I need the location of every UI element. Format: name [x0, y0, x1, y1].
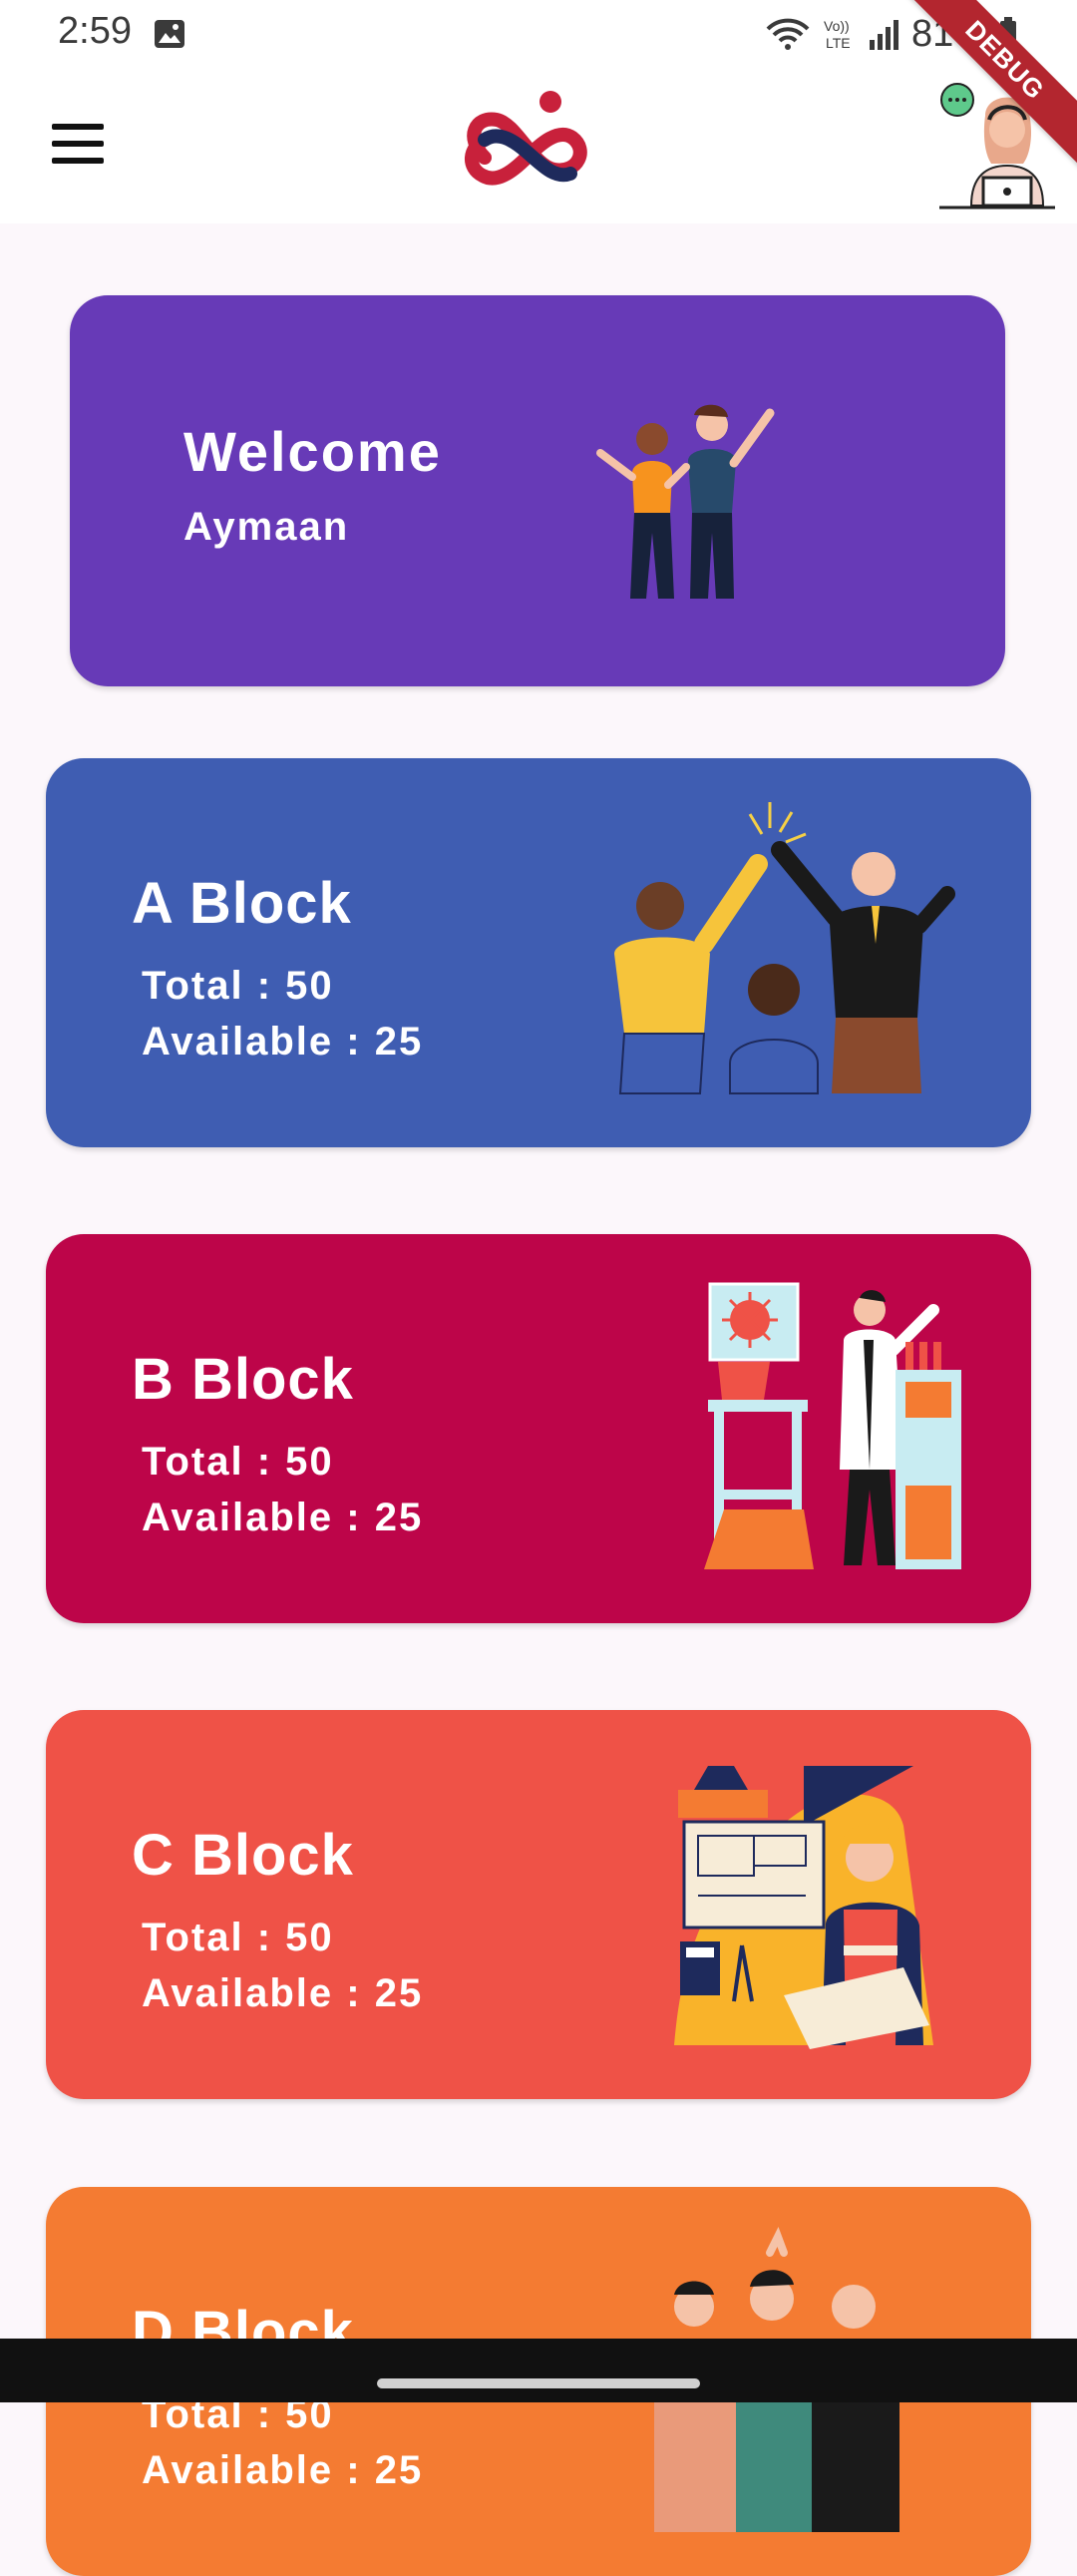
high-five-illustration-icon [614, 802, 955, 1094]
block-total: Total : 50 [142, 1916, 334, 1959]
block-card-a[interactable]: A Block Total : 50 Available : 25 [46, 758, 1031, 1147]
hamburger-icon-line [52, 124, 104, 130]
block-title: C Block [132, 1823, 354, 1888]
block-available: Available : 25 [142, 1020, 424, 1064]
friends-illustration-icon [596, 404, 775, 599]
menu-button[interactable] [44, 124, 112, 176]
system-navigation-bar [0, 2339, 1077, 2402]
welcome-user-name: Aymaan [183, 505, 350, 549]
infinity-logo-icon [465, 91, 587, 186]
block-total: Total : 50 [142, 964, 334, 1008]
laboratory-illustration-icon [704, 1282, 961, 1569]
gesture-handle[interactable] [377, 2378, 700, 2388]
block-title: A Block [132, 871, 352, 936]
block-card-c[interactable]: C Block Total : 50 Available : 25 [46, 1710, 1031, 2099]
volte-icon: Vo)) LTE [824, 18, 851, 51]
signal-icon [869, 20, 898, 50]
welcome-card[interactable]: Welcome Aymaan [70, 295, 1005, 686]
app-bar [0, 68, 1077, 223]
gallery-icon [155, 20, 184, 48]
hamburger-icon-line [52, 141, 104, 147]
wifi-icon [766, 18, 810, 50]
block-available: Available : 25 [142, 1971, 424, 2015]
welcome-title: Welcome [183, 420, 442, 483]
status-bar: 2:59 Vo)) LTE 81% [0, 0, 1077, 68]
status-time: 2:59 [58, 10, 132, 52]
block-title: B Block [132, 1347, 354, 1412]
engineer-illustration-icon [674, 1766, 933, 2049]
svg-text:LTE: LTE [826, 35, 851, 51]
block-available: Available : 25 [142, 2448, 424, 2492]
block-available: Available : 25 [142, 1496, 424, 1539]
hamburger-icon-line [52, 158, 104, 164]
svg-text:Vo)): Vo)) [824, 18, 850, 34]
block-card-b[interactable]: B Block Total : 50 Available : 25 [46, 1234, 1031, 1623]
block-total: Total : 50 [142, 1440, 334, 1484]
